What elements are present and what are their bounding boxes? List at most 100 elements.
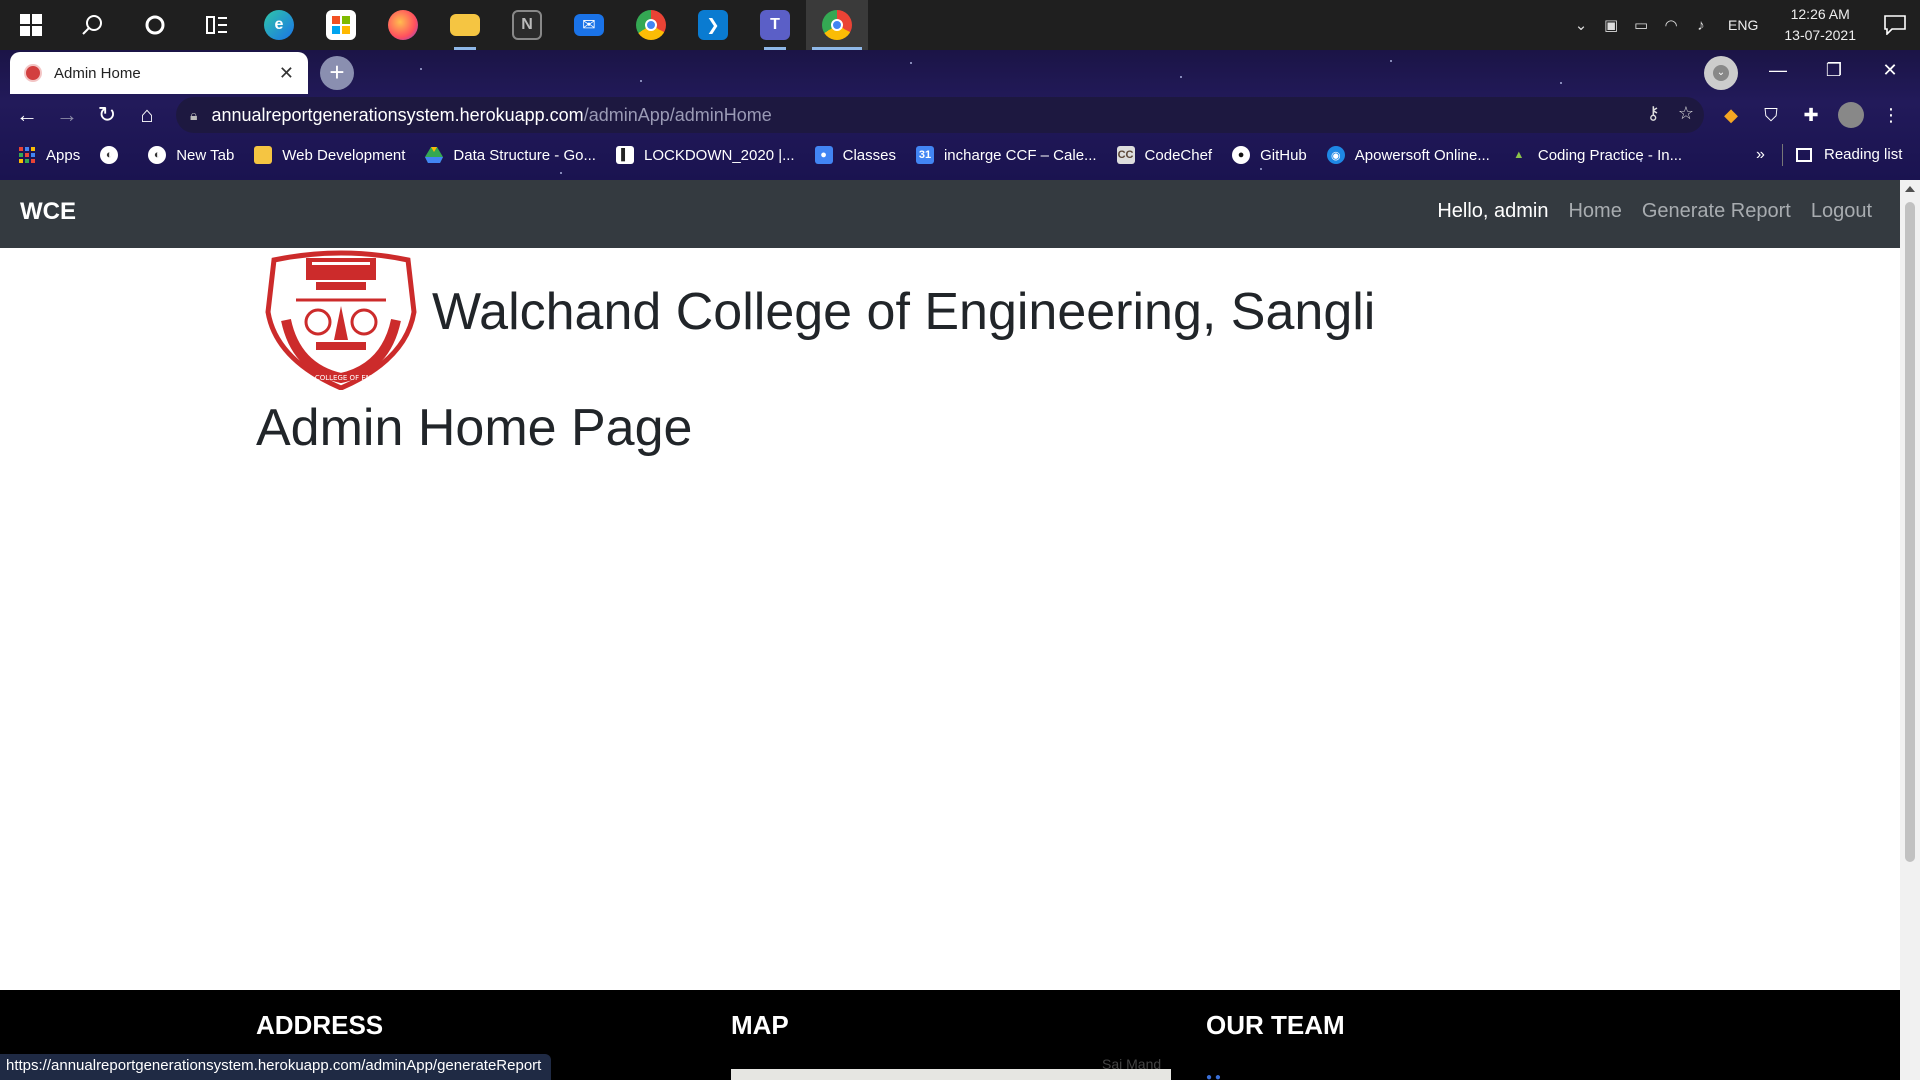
windows-taskbar: e N ✉ ❯ T ⌄ ▣ ▭ ◠ ♪ ENG 12:26 AM 13-07-2…	[0, 0, 1920, 50]
menu-kebab-icon[interactable]: ⋮	[1878, 102, 1904, 128]
mail-icon: ✉	[574, 14, 604, 36]
taskbar-search-button[interactable]	[62, 0, 124, 50]
bookmark-web-development[interactable]: Web Development	[254, 146, 405, 164]
clock-time: 12:26 AM	[1790, 6, 1850, 22]
reading-list-button[interactable]: Reading list	[1796, 146, 1902, 163]
footer-address-heading: ADDRESS	[256, 1010, 384, 1040]
bookmarks-bar: Apps ◐ ◐ New Tab Web Development Data Str…	[0, 136, 1920, 174]
store-taskbar-button[interactable]	[310, 0, 372, 50]
shield-extension-icon[interactable]: ⛉	[1758, 102, 1784, 128]
bookmark-label: Classes	[842, 146, 896, 164]
scrollbar-thumb[interactable]	[1905, 202, 1915, 862]
file-explorer-taskbar-button[interactable]	[434, 0, 496, 50]
bookmark-new-tab[interactable]: ◐ New Tab	[148, 146, 234, 164]
home-button[interactable]: ⌂	[130, 98, 164, 132]
bookmark-apowersoft[interactable]: ◉ Apowersoft Online...	[1326, 146, 1490, 164]
cortana-button[interactable]	[124, 0, 186, 50]
battery-icon[interactable]: ▭	[1626, 16, 1656, 34]
bookmark-label: Apps	[46, 146, 81, 164]
tab-title: Admin Home	[54, 64, 141, 82]
nav-home-link[interactable]: Home	[1568, 200, 1621, 223]
bookmark-codechef[interactable]: CC CodeChef	[1116, 146, 1213, 164]
tab-search-button[interactable]: ⌄	[1704, 56, 1738, 90]
minimize-button[interactable]: —	[1750, 50, 1806, 90]
team-link-preview[interactable]: ● ●	[1206, 1072, 1221, 1080]
input-language[interactable]: ENG	[1716, 17, 1770, 33]
close-tab-icon[interactable]: ✕	[279, 63, 294, 84]
browser-toolbar: ← → ↻ ⌂ 🔒︎ annualreportgenerationsystem.…	[0, 94, 1920, 136]
page-scrollbar[interactable]	[1900, 180, 1920, 1080]
nav-generate-report-link[interactable]: Generate Report	[1642, 200, 1791, 223]
tab-admin-home[interactable]: Admin Home ✕	[10, 52, 308, 94]
teams-taskbar-button[interactable]: T	[744, 0, 806, 50]
svg-text:WALCHAND COLLEGE OF ENGINEERIN: WALCHAND COLLEGE OF ENGINEERING	[272, 374, 410, 382]
chrome-profile-taskbar-button[interactable]	[806, 0, 868, 50]
nav-logout-link[interactable]: Logout	[1811, 200, 1872, 223]
vscode-taskbar-button[interactable]: ❯	[682, 0, 744, 50]
bookmark-data-structure[interactable]: Data Structure - Go...	[425, 146, 596, 164]
browser-window-chrome: Admin Home ✕ + ⌄ — ❐ ✕ ← → ↻ ⌂ 🔒︎ annual…	[0, 50, 1920, 180]
bookmark-coding-practice[interactable]: ▲ Coding Practice - In...	[1510, 146, 1682, 164]
scroll-up-arrow-icon[interactable]	[1905, 186, 1915, 192]
back-button[interactable]: ←	[10, 98, 44, 132]
profile-avatar[interactable]	[1838, 102, 1864, 128]
page-title: Admin Home Page	[256, 399, 693, 457]
lock-icon[interactable]: 🔒︎	[190, 107, 197, 124]
github-icon: ●	[1232, 146, 1251, 164]
restore-button[interactable]: ❐	[1806, 50, 1862, 90]
key-icon[interactable]: ⚷	[1647, 103, 1660, 124]
bookmark-globe[interactable]: ◐	[100, 146, 128, 164]
metamask-extension-icon[interactable]: ◆	[1718, 102, 1744, 128]
mountain-icon: ▲	[1513, 149, 1525, 161]
system-clock[interactable]: 12:26 AM 13-07-2021	[1770, 4, 1870, 46]
forward-button[interactable]: →	[50, 98, 84, 132]
bookmark-label: GitHub	[1260, 146, 1307, 164]
bookmark-apps[interactable]: Apps	[18, 146, 80, 164]
edge-taskbar-button[interactable]: e	[248, 0, 310, 50]
classroom-icon: ●	[814, 146, 833, 164]
vscode-icon: ❯	[698, 10, 728, 40]
folder-icon	[450, 14, 480, 36]
footer-our-team-heading: OUR TEAM	[1206, 1010, 1345, 1040]
apps-grid-icon	[18, 146, 36, 164]
volume-icon[interactable]: ♪	[1686, 17, 1716, 34]
meet-now-icon[interactable]: ▣	[1596, 16, 1626, 34]
bookmark-incharge-ccf[interactable]: 31 incharge CCF – Cale...	[915, 146, 1097, 164]
notification-center-button[interactable]	[1870, 0, 1920, 50]
bookmark-label: New Tab	[176, 146, 235, 164]
address-bar[interactable]: 🔒︎ annualreportgenerationsystem.herokuap…	[176, 97, 1704, 133]
windows-logo-icon	[20, 14, 42, 36]
folder-icon	[254, 146, 273, 164]
firefox-icon	[388, 10, 418, 40]
notification-icon	[1884, 15, 1906, 35]
url-host: annualreportgenerationsystem.herokuapp.c…	[211, 104, 584, 125]
globe-icon: ◐	[148, 146, 167, 164]
bookmark-label: CodeChef	[1144, 146, 1213, 164]
firefox-taskbar-button[interactable]	[372, 0, 434, 50]
store-icon	[326, 10, 356, 40]
bookmark-lockdown[interactable]: ▌ LOCKDOWN_2020 |...	[615, 146, 795, 164]
bookmark-github[interactable]: ● GitHub	[1232, 146, 1307, 164]
navbar-links: Hello, admin Home Generate Report Logout	[1437, 200, 1872, 223]
user-greeting: Hello, admin	[1437, 200, 1549, 222]
notion-taskbar-button[interactable]: N	[496, 0, 558, 50]
task-view-button[interactable]	[186, 0, 248, 50]
navbar-brand[interactable]: WCE	[20, 198, 76, 226]
bookmark-label: Web Development	[282, 146, 406, 164]
bookmark-classes[interactable]: ● Classes	[814, 146, 896, 164]
url-path: /adminApp/adminHome	[583, 104, 772, 125]
start-button[interactable]	[0, 0, 62, 50]
close-window-button[interactable]: ✕	[1862, 50, 1918, 90]
new-tab-button[interactable]: +	[320, 56, 354, 90]
wifi-icon[interactable]: ◠	[1656, 16, 1686, 34]
codechef-icon: CC	[1116, 146, 1135, 164]
tab-strip: Admin Home ✕ + ⌄ — ❐ ✕	[0, 50, 1920, 94]
bookmark-star-icon[interactable]: ☆	[1678, 103, 1694, 124]
extensions-puzzle-icon[interactable]: ✚	[1798, 102, 1824, 128]
bookmarks-overflow-button[interactable]: »	[1756, 146, 1765, 164]
chevron-up-icon[interactable]: ⌄	[1566, 16, 1596, 34]
reload-button[interactable]: ↻	[90, 98, 124, 132]
calendar-icon: 31	[915, 146, 934, 164]
mail-taskbar-button[interactable]: ✉	[558, 0, 620, 50]
chrome-taskbar-button[interactable]	[620, 0, 682, 50]
